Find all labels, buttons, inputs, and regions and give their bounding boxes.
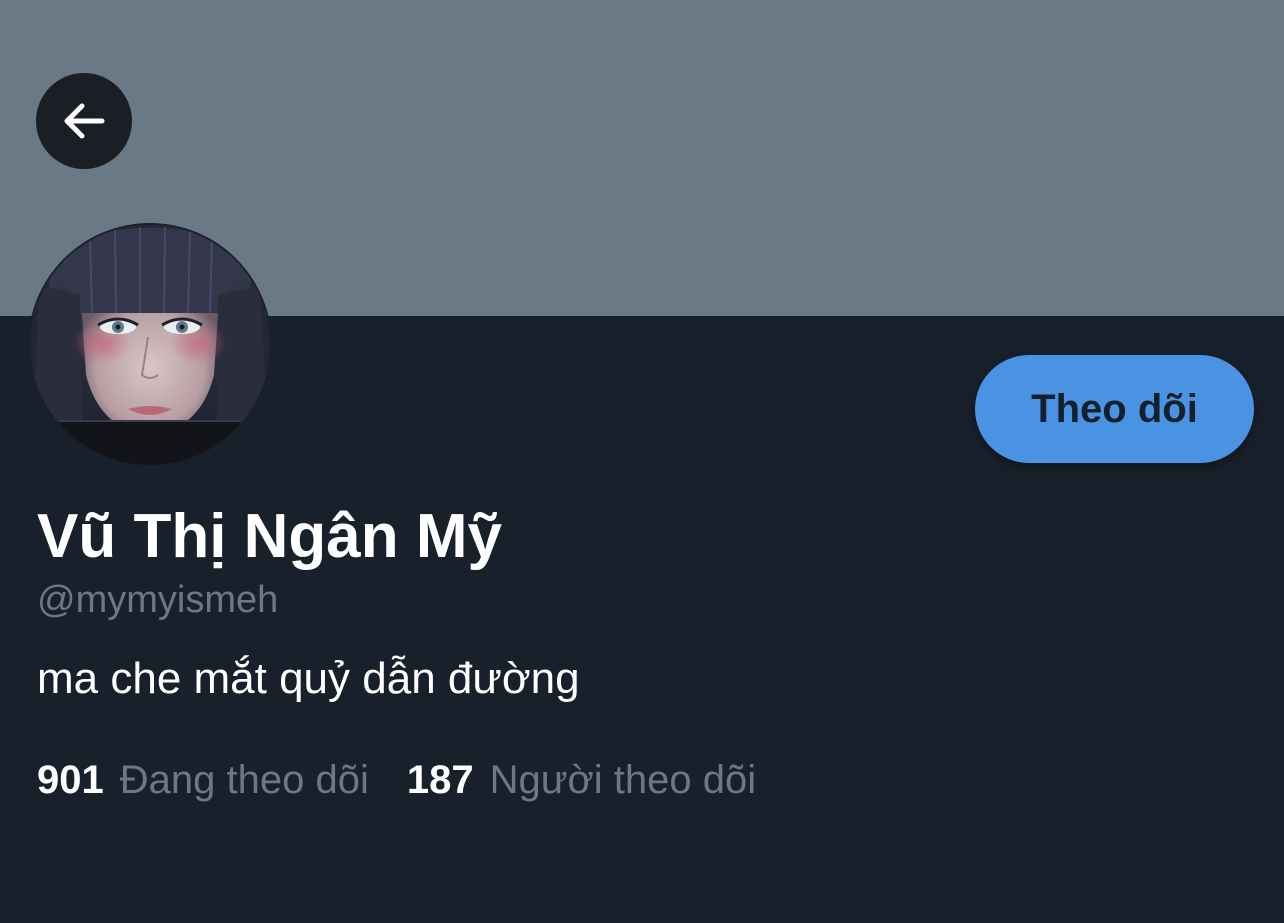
profile-bio: ma che mắt quỷ dẫn đường xyxy=(37,654,580,703)
following-count: 901 xyxy=(37,758,104,802)
avatar-image xyxy=(30,225,270,465)
back-button[interactable] xyxy=(36,73,132,169)
avatar[interactable] xyxy=(30,225,270,465)
profile-page: Theo dõi Vũ Thị Ngân Mỹ @mymyismeh ma ch… xyxy=(0,0,1284,923)
follow-button[interactable]: Theo dõi xyxy=(975,355,1254,463)
profile-stats: 901 Đang theo dõi 187 Người theo dõi xyxy=(37,754,756,806)
followers-stat[interactable]: 187 Người theo dõi xyxy=(407,754,756,806)
user-handle: @mymyismeh xyxy=(37,579,279,621)
arrow-left-icon xyxy=(64,103,105,139)
following-label: Đang theo dõi xyxy=(119,758,369,802)
following-stat[interactable]: 901 Đang theo dõi xyxy=(37,754,369,806)
followers-label: Người theo dõi xyxy=(489,758,757,802)
followers-count: 187 xyxy=(406,758,474,802)
display-name: Vũ Thị Ngân Mỹ xyxy=(37,502,502,571)
